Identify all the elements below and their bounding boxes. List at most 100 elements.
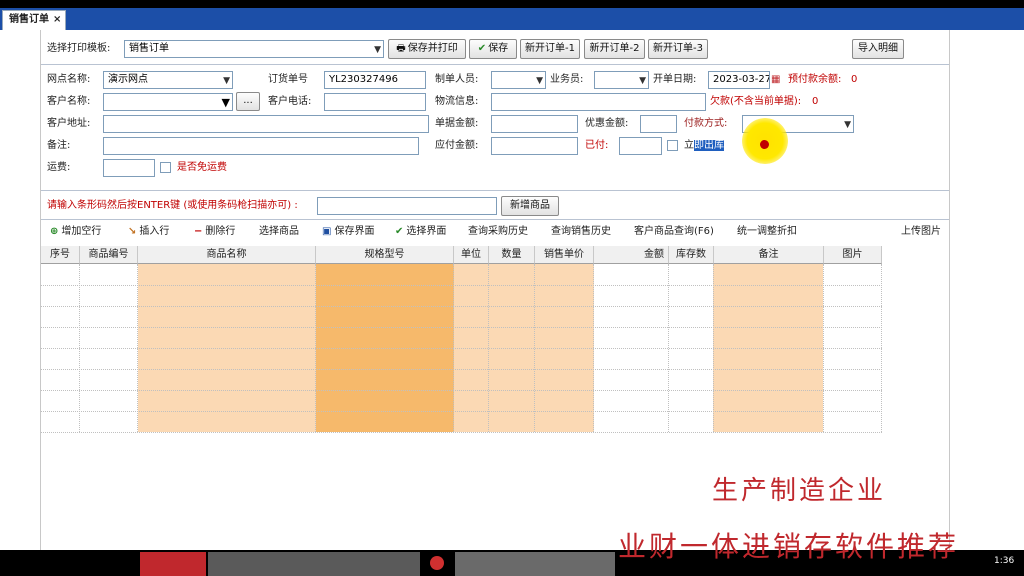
salesman-select[interactable]: ▼ (594, 71, 649, 89)
freight-field[interactable] (103, 159, 155, 177)
prepay-value: 0 (851, 74, 858, 85)
minus-icon: − (194, 226, 203, 237)
free-freight-label: 是否免运费 (177, 162, 227, 173)
order-no-label: 订货单号 (268, 74, 308, 85)
barcode-label: 请输入条形码然后按ENTER键 (或使用条码枪扫描亦可) : (47, 200, 298, 211)
table-row[interactable] (41, 411, 882, 413)
sales-history-button[interactable]: 查询销售历史 (551, 224, 611, 240)
tab-sales-order[interactable]: 销售订单 × (2, 10, 66, 30)
taskbar-record-icon[interactable] (430, 556, 444, 570)
column-header[interactable]: 商品名称 (138, 246, 316, 264)
table-row[interactable] (41, 327, 882, 329)
logistics-label: 物流信息: (435, 96, 479, 107)
phone-field[interactable] (324, 93, 426, 111)
chevron-down-icon: ▼ (221, 96, 230, 109)
template-value: 销售订单 (129, 43, 169, 54)
new-order-1-button[interactable]: 新开订单-1 (520, 39, 580, 59)
logistics-field[interactable] (491, 93, 706, 111)
arrears-label: 欠款(不含当前单据): (710, 96, 802, 107)
upload-image-button[interactable]: 上传图片 (901, 224, 941, 240)
discount-label: 优惠金额: (585, 118, 629, 129)
paid-field[interactable] (619, 137, 662, 155)
column-header[interactable]: 商品编号 (80, 246, 138, 264)
new-order-2-button[interactable]: 新开订单-2 (584, 39, 645, 59)
open-date-label: 开单日期: (653, 74, 697, 85)
outlet-value: 演示网点 (108, 74, 148, 85)
left-gutter (0, 30, 40, 550)
tab-label: 销售订单 (9, 14, 49, 25)
chevron-down-icon: ▼ (536, 76, 543, 86)
column-header[interactable]: 规格型号 (316, 246, 454, 264)
check-icon: ✔ (395, 226, 404, 237)
browse-customer-button[interactable]: ... (236, 92, 260, 111)
add-goods-button[interactable]: 新增商品 (501, 196, 559, 216)
table-row[interactable] (41, 306, 882, 308)
delete-row-label: 删除行 (205, 226, 236, 237)
add-row-button[interactable]: ⊕ 增加空行 (50, 224, 101, 240)
taskbar-app-thumbnail[interactable] (140, 552, 206, 576)
salesman-label: 业务员: (550, 74, 584, 85)
table-row[interactable] (41, 369, 882, 371)
column-header[interactable]: 单位 (454, 246, 489, 264)
column-header[interactable]: 库存数 (669, 246, 714, 264)
table-row[interactable] (41, 432, 882, 434)
column-header[interactable]: 图片 (824, 246, 882, 264)
column-header[interactable]: 备注 (714, 246, 824, 264)
select-view-button[interactable]: ✔ 选择界面 (395, 224, 446, 240)
insert-row-button[interactable]: ↘ 插入行 (128, 224, 169, 240)
close-icon[interactable]: × (53, 14, 61, 25)
chevron-down-icon: ▼ (374, 45, 381, 55)
divider (41, 64, 949, 65)
add-row-label: 增加空行 (61, 226, 102, 237)
purchase-history-button[interactable]: 查询采购历史 (468, 224, 528, 240)
instant-out-checkbox[interactable] (667, 140, 678, 151)
save-print-button[interactable]: 🖶 保存并打印 (388, 39, 466, 59)
new-order-3-button[interactable]: 新开订单-3 (648, 39, 708, 59)
table-row[interactable] (41, 285, 882, 287)
bill-amount-field[interactable] (491, 115, 578, 133)
printer-icon: 🖶 (396, 43, 406, 54)
remark-label: 备注: (47, 140, 71, 151)
import-detail-button[interactable]: 导入明细 (852, 39, 904, 59)
template-select[interactable]: 销售订单 ▼ (124, 40, 384, 58)
customer-select[interactable]: ▼ (103, 93, 233, 111)
freight-label: 运费: (47, 162, 71, 173)
prepay-label: 预付款余额: (788, 74, 842, 85)
barcode-input[interactable] (317, 197, 497, 215)
discount-field[interactable] (640, 115, 677, 133)
outlet-select[interactable]: 演示网点 ▼ (103, 71, 233, 89)
check-icon: ✔ (477, 43, 487, 54)
paid-label: 已付: (585, 140, 609, 151)
column-header[interactable]: 数量 (489, 246, 535, 264)
overlay-line-1: 生产制造企业 (712, 476, 887, 506)
save-view-button[interactable]: ▣ 保存界面 (322, 224, 374, 240)
instant-out-label[interactable]: 立即出库 (684, 137, 724, 155)
remark-field[interactable] (103, 137, 419, 155)
payable-field[interactable] (491, 137, 578, 155)
order-no-field[interactable]: YL230327496 (324, 71, 426, 89)
phone-label: 客户电话: (268, 96, 312, 107)
taskbar-app-thumbnail[interactable] (455, 552, 615, 576)
customer-goods-button[interactable]: 客户商品查询(F6) (634, 224, 714, 240)
delete-row-button[interactable]: − 删除行 (194, 224, 235, 240)
select-view-label: 选择界面 (406, 226, 447, 237)
free-freight-checkbox[interactable] (160, 162, 171, 173)
customer-label: 客户名称: (47, 96, 91, 107)
divider (41, 219, 949, 220)
select-goods-button[interactable]: 选择商品 (259, 224, 299, 240)
column-header[interactable]: 销售单价 (535, 246, 594, 264)
address-field[interactable] (103, 115, 429, 133)
table-row[interactable] (41, 390, 882, 392)
maker-select[interactable]: ▼ (491, 71, 546, 89)
calendar-icon[interactable]: ▦ (771, 71, 780, 89)
table-row[interactable] (41, 348, 882, 350)
taskbar-app-thumbnail[interactable] (208, 552, 420, 576)
column-header[interactable]: 序号 (41, 246, 80, 264)
open-date-field[interactable]: 2023-03-27 (708, 71, 770, 89)
save-button[interactable]: ✔ 保存 (469, 39, 517, 59)
payable-label: 应付金额: (435, 140, 479, 151)
address-label: 客户地址: (47, 118, 91, 129)
batch-discount-button[interactable]: 统一调整折扣 (737, 224, 797, 240)
instant-out-selected-text: 即出库 (694, 140, 724, 151)
column-header[interactable]: 金额 (594, 246, 669, 264)
